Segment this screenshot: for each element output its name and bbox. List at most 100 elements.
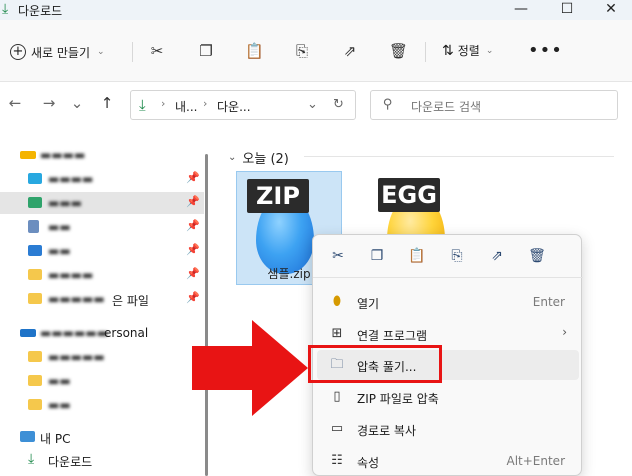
open-with-icon: ⊞ xyxy=(331,326,343,341)
context-menu-quick-actions: ✂ ❐ 📋 ⎘ ⇗ 🗑 xyxy=(313,235,583,277)
search-placeholder: 다운로드 검색 xyxy=(411,100,482,114)
more-options-button[interactable]: ••• xyxy=(528,40,563,61)
address-bar[interactable]: ⤓ › 내... › 다운... ⌄ ↻ xyxy=(130,90,356,120)
navigation-pane: ▬▬▬▬ ▬▬▬▬ 📌 ▬▬▬ 📌 ▬▬ 📌 ▬▬ 📌 ▬▬▬▬ 📌 ▬▬▬▬▬… xyxy=(0,128,216,476)
chevron-down-icon: ⌄ xyxy=(97,47,105,57)
sidebar-item-label: ▬▬ xyxy=(48,244,71,258)
highlight-box xyxy=(308,345,442,383)
sidebar-item-label-suffix: ersonal xyxy=(104,326,149,340)
delete-icon[interactable]: 🗑 xyxy=(528,247,546,265)
delete-icon[interactable]: 🗑 xyxy=(389,42,408,60)
cut-icon[interactable]: ✂ xyxy=(329,247,347,265)
chevron-down-icon: ⌄ xyxy=(228,152,237,163)
divider xyxy=(313,277,583,278)
zip-file-icon: ▯ xyxy=(333,389,341,404)
menu-item-open[interactable]: ⬮ 열기 Enter xyxy=(317,287,579,317)
sidebar-item-this-pc[interactable]: 내 PC xyxy=(0,426,204,448)
cloud-icon xyxy=(20,329,36,337)
plus-icon: + xyxy=(10,44,26,60)
download-icon: ⤓ xyxy=(2,1,9,17)
download-icon xyxy=(28,197,42,208)
folder-icon xyxy=(28,293,42,304)
sidebar-item[interactable]: ▬▬▬▬▬ 은 파일 📌 xyxy=(0,288,204,310)
sidebar-item-label: ▬▬ xyxy=(48,374,71,388)
share-icon[interactable]: ⇗ xyxy=(341,42,359,60)
egg-icon: ⬮ xyxy=(332,294,342,309)
breadcrumb-item[interactable]: 내... xyxy=(175,98,197,115)
menu-item-copy-path[interactable]: ▭ 경로로 복사 xyxy=(317,414,579,444)
sidebar-item[interactable]: ▬▬ 📌 xyxy=(0,240,204,262)
sidebar-item-downloads[interactable]: ▬▬▬ 📌 xyxy=(0,192,204,214)
title-bar: ⤓ 다운로드 — ☐ ✕ xyxy=(0,0,632,20)
menu-item-compress-zip[interactable]: ▯ ZIP 파일로 압축 xyxy=(317,382,579,412)
chevron-down-icon[interactable]: ⌄ xyxy=(307,97,318,112)
sidebar-item[interactable]: ▬▬▬▬ 📌 xyxy=(0,264,204,286)
back-arrow-icon[interactable]: ← xyxy=(6,94,24,112)
group-label: 오늘 (2) xyxy=(242,152,289,167)
sidebar-item-label: ▬▬▬▬▬ xyxy=(48,292,105,306)
menu-item-label: 연결 프로그램 xyxy=(357,329,428,343)
paste-icon[interactable]: 📋 xyxy=(245,42,264,60)
sidebar-item[interactable]: ▬▬ xyxy=(0,370,204,392)
minimize-button[interactable]: — xyxy=(506,0,536,20)
sidebar-item-quick-access[interactable]: ▬▬▬▬ xyxy=(0,144,204,166)
file-explorer-window: ⤓ 다운로드 — ☐ ✕ + 새로 만들기 ⌄ ✂ ❐ 📋 ⎘ ⇗ 🗑 ⇅ 정렬… xyxy=(0,0,632,476)
search-box[interactable]: ⚲ 다운로드 검색 xyxy=(370,90,618,120)
download-icon: ⤓ xyxy=(139,96,146,114)
sort-button[interactable]: ⇅ 정렬 ⌄ xyxy=(442,42,493,59)
copy-icon[interactable]: ❐ xyxy=(368,247,386,265)
sidebar-item-label: ▬▬ xyxy=(48,398,71,412)
new-button[interactable]: + 새로 만들기 ⌄ xyxy=(10,41,105,63)
sort-label: 정렬 xyxy=(457,44,480,58)
file-type-tag: ZIP xyxy=(247,179,309,213)
menu-item-properties[interactable]: ☷ 속성 Alt+Enter xyxy=(317,446,579,476)
close-button[interactable]: ✕ xyxy=(596,0,626,20)
divider xyxy=(425,42,426,62)
group-divider xyxy=(304,156,614,157)
sidebar-item[interactable]: ▬▬ xyxy=(0,394,204,416)
pin-icon: 📌 xyxy=(186,219,200,232)
up-arrow-icon[interactable]: ↑ xyxy=(98,94,116,112)
rename-icon[interactable]: ⎘ xyxy=(448,247,466,265)
paste-icon[interactable]: 📋 xyxy=(408,247,426,265)
star-icon xyxy=(20,151,36,159)
sidebar-item-label: ▬▬▬▬▬ xyxy=(48,350,105,364)
sidebar-item-label: 내 PC xyxy=(40,432,71,446)
refresh-icon[interactable]: ↻ xyxy=(333,97,344,112)
sidebar-item[interactable]: ▬▬ 📌 xyxy=(0,216,204,238)
maximize-button[interactable]: ☐ xyxy=(552,0,582,20)
sidebar-scrollbar[interactable] xyxy=(205,154,208,476)
cut-icon[interactable]: ✂ xyxy=(148,42,166,60)
search-icon: ⚲ xyxy=(383,97,393,112)
rename-icon[interactable]: ⎘ xyxy=(293,42,311,60)
breadcrumb-separator-icon: › xyxy=(203,97,208,110)
sidebar-item-downloads-pc[interactable]: ⤓ 다운로드 xyxy=(0,449,204,471)
group-header[interactable]: ⌄ 오늘 (2) xyxy=(228,148,289,167)
download-icon: ⤓ xyxy=(28,451,35,467)
folder-icon xyxy=(28,399,42,410)
copy-path-icon: ▭ xyxy=(330,421,344,436)
navigation-bar: ← → ⌄ ↑ ⤓ › 내... › 다운... ⌄ ↻ ⚲ 다운로드 검색 xyxy=(0,82,632,128)
sidebar-item-label: ▬▬▬▬ xyxy=(48,172,94,186)
folder-icon xyxy=(28,269,42,280)
share-icon[interactable]: ⇗ xyxy=(488,247,506,265)
sidebar-item-label: ▬▬▬▬▬▬ xyxy=(40,326,109,340)
document-icon xyxy=(28,220,39,233)
sidebar-item[interactable]: ▬▬▬▬▬ xyxy=(0,346,204,368)
pin-icon: 📌 xyxy=(186,195,200,208)
menu-item-label: ZIP 파일로 압축 xyxy=(357,392,439,406)
sidebar-item-label: ▬▬ xyxy=(48,220,71,234)
computer-icon xyxy=(20,431,35,442)
breadcrumb-item[interactable]: 다운... xyxy=(217,98,251,115)
sidebar-item-label-suffix: 은 파일 xyxy=(112,294,149,308)
sidebar-item-label: ▬▬▬▬ xyxy=(40,148,86,162)
sidebar-item-onedrive[interactable]: ▬▬▬▬▬▬ ersonal xyxy=(0,322,204,344)
sidebar-item-label: 다운로드 xyxy=(48,455,93,469)
sidebar-item[interactable]: ▬▬▬▬ 📌 xyxy=(0,168,204,190)
forward-arrow-icon[interactable]: → xyxy=(40,94,58,112)
recent-chevron-icon[interactable]: ⌄ xyxy=(68,94,86,112)
desktop-icon xyxy=(28,173,42,184)
sidebar-item-label: ▬▬▬▬ xyxy=(48,268,94,282)
copy-icon[interactable]: ❐ xyxy=(197,42,215,60)
menu-item-shortcut: Enter xyxy=(532,295,565,309)
